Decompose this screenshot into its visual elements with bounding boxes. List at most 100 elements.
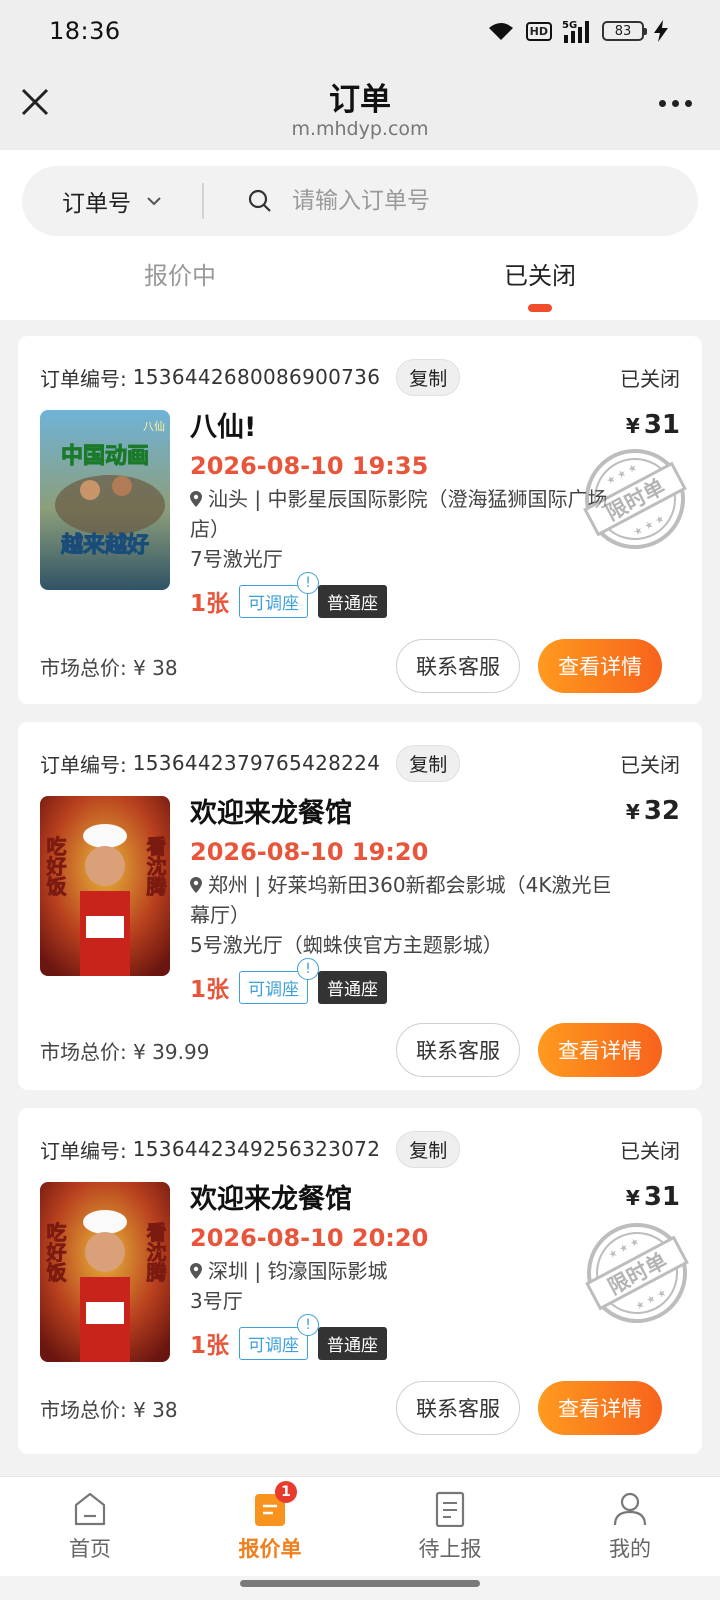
svg-text:5G: 5G <box>562 20 577 31</box>
price-value: 31 <box>643 410 680 440</box>
page-url: m.mhdyp.com <box>291 118 429 140</box>
nav-label: 待上报 <box>418 1537 482 1561</box>
order-price: ¥31 <box>626 1182 680 1212</box>
nav-label: 首页 <box>69 1537 111 1561</box>
poster-line2: 看沈腾 <box>143 836 167 897</box>
location-pin-icon <box>190 877 202 893</box>
copy-button[interactable]: 复制 <box>396 358 461 396</box>
movie-title: 欢迎来龙餐馆 <box>190 798 352 829</box>
nav-item-pending-report[interactable]: 待上报 <box>360 1477 540 1576</box>
info-icon[interactable]: ! <box>297 1313 320 1336</box>
location-pin-icon <box>190 491 202 507</box>
more-icon[interactable] <box>659 100 692 107</box>
order-card-body: 吃好饭 看沈腾 欢迎来龙餐馆 2026-08-10 19:20 郑州 | 好莱坞… <box>40 796 680 1004</box>
nav-item-mine[interactable]: 我的 <box>540 1477 720 1576</box>
quote-list-icon: 1 <box>253 1481 297 1527</box>
info-icon[interactable]: ! <box>297 957 320 980</box>
home-icon <box>74 1492 106 1526</box>
order-card-header: 订单编号: 1536442349256323072 复制 已关闭 <box>40 1128 680 1170</box>
price-symbol: ¥ <box>625 414 640 438</box>
movie-title: 欢迎来龙餐馆 <box>190 1184 352 1215</box>
contact-service-button[interactable]: 联系客服 <box>396 639 520 693</box>
cinema-address: 郑州 | 好莱坞新田360新都会影城（4K激光巨幕厅） <box>190 870 680 930</box>
copy-button[interactable]: 复制 <box>396 744 461 782</box>
search-type-dropdown[interactable]: 订单号 <box>22 184 202 218</box>
tab-closed[interactable]: 已关闭 <box>360 242 720 320</box>
order-card-body: 吃好饭 看沈腾 欢迎来龙餐馆 2026-08-10 20:20 深圳 | 钧濠国… <box>40 1182 689 1362</box>
ticket-quantity: 1张 <box>190 977 230 1003</box>
poster-line1: 吃好饭 <box>43 836 67 897</box>
movie-poster[interactable]: 吃好饭 看沈腾 <box>40 796 170 976</box>
adjustable-seat-tag[interactable]: 可调座! <box>239 1313 320 1360</box>
nav-label: 我的 <box>609 1537 651 1561</box>
wifi-icon <box>488 23 513 40</box>
hall-name: 5号激光厅（蜘蛛侠官方主题影城） <box>190 933 503 957</box>
nav-label: 报价单 <box>238 1537 302 1561</box>
poster-line2: 看沈腾 <box>143 1222 167 1283</box>
tab-quoting[interactable]: 报价中 <box>0 242 360 320</box>
adjustable-seat-tag[interactable]: 可调座! <box>239 571 320 618</box>
nav-item-home[interactable]: 首页 <box>0 1477 180 1576</box>
price-value: 32 <box>643 796 680 826</box>
movie-poster[interactable]: 八仙 中国动画 越来越好 <box>40 410 170 590</box>
order-no: 1536442680086900736 <box>132 365 381 389</box>
order-info: 欢迎来龙餐馆 2026-08-10 19:20 郑州 | 好莱坞新田360新都会… <box>190 796 680 1004</box>
search-input[interactable] <box>292 188 612 214</box>
nav-item-quotes[interactable]: 1 报价单 <box>180 1477 360 1576</box>
contact-service-button[interactable]: 联系客服 <box>396 1023 520 1077</box>
ticket-quantity: 1张 <box>190 591 230 617</box>
poster-line1: 中国动画 <box>61 444 149 469</box>
showtime: 2026-08-10 19:20 <box>190 838 429 866</box>
seat-type-tag: 普通座 <box>318 970 388 1004</box>
order-no: 1536442379765428224 <box>132 751 381 775</box>
search-box: 订单号 <box>22 166 698 236</box>
price-value: 31 <box>643 1182 680 1212</box>
bottom-nav: 首页 1 报价单 待上报 我的 <box>0 1476 720 1576</box>
order-no: 1536442349256323072 <box>132 1137 381 1161</box>
order-card-footer: 市场总价: ¥ 38 联系客服 查看详情 <box>40 1362 680 1454</box>
chevron-down-icon <box>147 197 161 206</box>
adjustable-label: 可调座 <box>248 593 300 614</box>
movie-poster[interactable]: 吃好饭 看沈腾 <box>40 1182 170 1362</box>
ticket-quantity: 1张 <box>190 1333 230 1359</box>
signal-icon: 5G <box>562 20 589 43</box>
poster-line1: 吃好饭 <box>43 1222 67 1283</box>
view-detail-button[interactable]: 查看详情 <box>538 639 662 693</box>
search-area: 订单号 <box>0 150 720 242</box>
view-detail-button[interactable]: 查看详情 <box>538 1381 662 1435</box>
limited-stamp-icon: 限时单 ★ ★ ★ ★ ★ ★ <box>585 1223 689 1323</box>
search-type-label: 订单号 <box>62 191 131 217</box>
adjustable-label: 可调座 <box>248 1335 300 1356</box>
view-detail-button[interactable]: 查看详情 <box>538 1023 662 1077</box>
order-status: 已关闭 <box>620 752 680 777</box>
poster-tag: 八仙 <box>143 420 165 433</box>
tab-bar: 报价中 已关闭 <box>0 242 720 320</box>
copy-button[interactable]: 复制 <box>396 1130 461 1168</box>
order-price: ¥31 <box>626 410 680 440</box>
home-indicator[interactable] <box>240 1580 480 1587</box>
status-icons: HD 5G 83 <box>486 19 668 43</box>
order-card-header: 订单编号: 1536442680086900736 复制 已关闭 <box>40 356 680 398</box>
order-card-footer: 市场总价: ¥ 38 联系客服 查看详情 <box>40 618 680 714</box>
price-symbol: ¥ <box>625 1186 640 1210</box>
info-icon[interactable]: ! <box>297 571 320 594</box>
cinema-name: 深圳 | 钧濠国际影城 <box>208 1259 388 1283</box>
order-no-label: 订单编号: <box>40 1138 127 1163</box>
search-input-wrap <box>204 188 698 214</box>
charging-icon <box>654 20 668 42</box>
tab-label: 报价中 <box>144 262 216 290</box>
seat-type-tag: 普通座 <box>318 584 388 618</box>
adjustable-seat-tag[interactable]: 可调座! <box>239 957 320 1004</box>
nav-badge: 1 <box>275 1481 297 1503</box>
svg-text:★ ★ ★: ★ ★ ★ <box>634 1287 669 1312</box>
order-info: 八仙! 2026-08-10 19:35 汕头 | 中影星辰国际影院（澄海猛狮国… <box>190 410 687 618</box>
ticket-row: 1张 可调座! 普通座 <box>190 957 680 1004</box>
tab-label: 已关闭 <box>504 262 576 290</box>
svg-text:★ ★ ★: ★ ★ ★ <box>632 513 667 538</box>
market-price: 市场总价: ¥ 38 <box>40 655 178 680</box>
market-price: 市场总价: ¥ 39.99 <box>40 1039 210 1064</box>
contact-service-button[interactable]: 联系客服 <box>396 1381 520 1435</box>
order-list: 订单编号: 1536442680086900736 复制 已关闭 八仙 中国动画… <box>0 320 720 1454</box>
seat-type-tag: 普通座 <box>318 1326 388 1360</box>
order-card-header: 订单编号: 1536442379765428224 复制 已关闭 <box>40 742 680 784</box>
